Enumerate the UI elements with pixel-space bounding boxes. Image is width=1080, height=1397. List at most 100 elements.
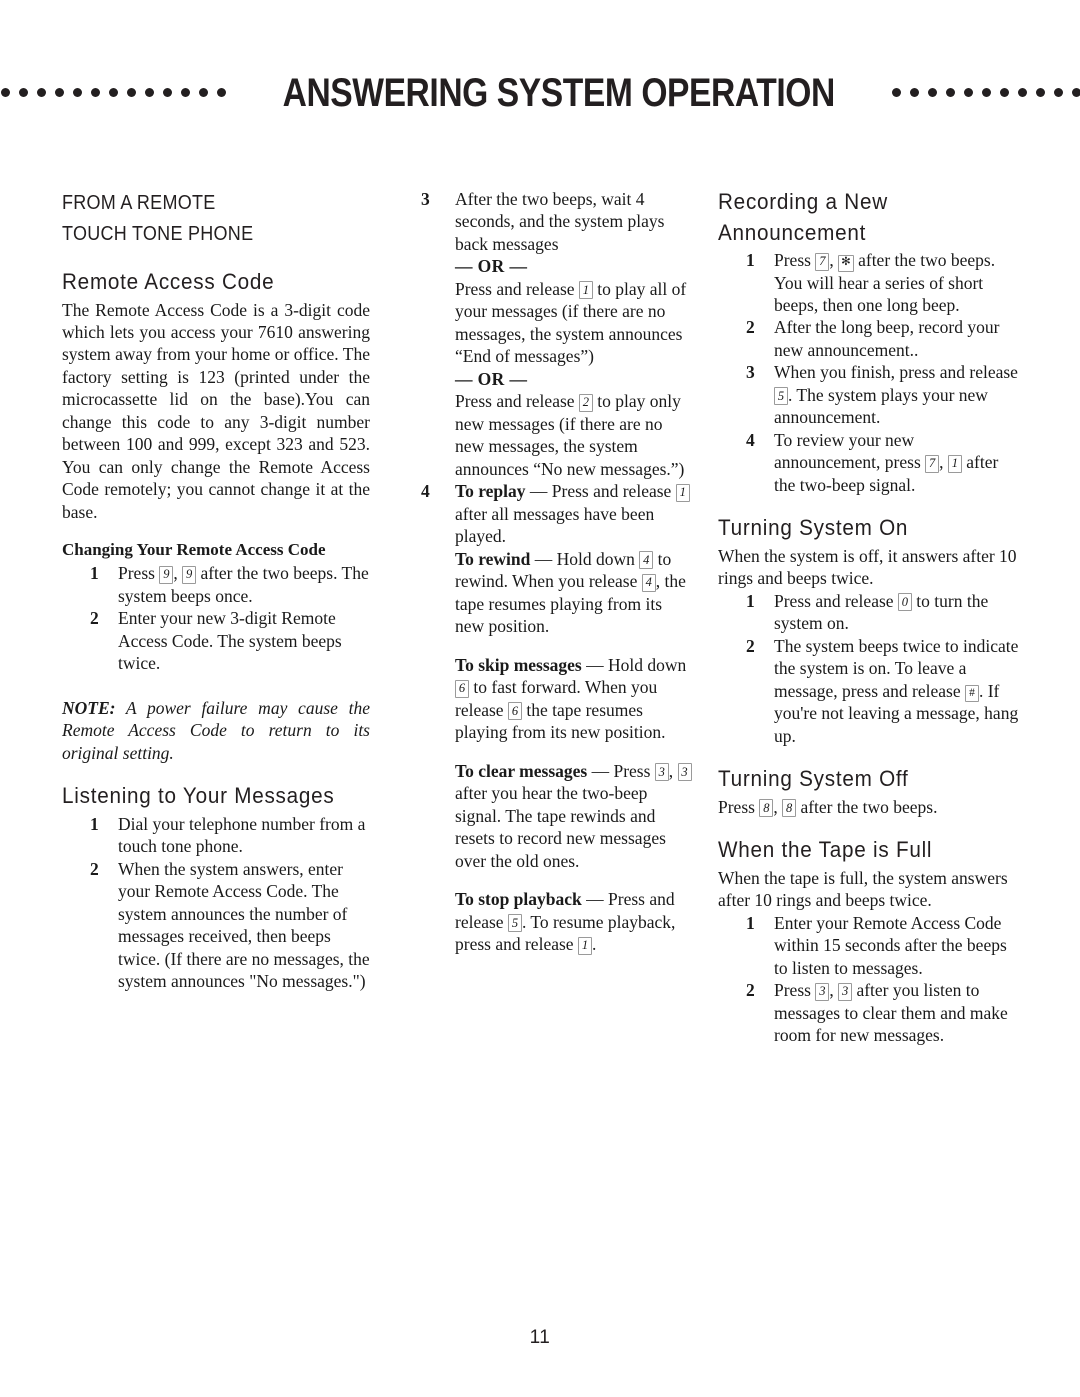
paragraph-turning-system-off: Press 8, 8 after the two beeps. xyxy=(718,796,1020,818)
keycap-3-icon: 3 xyxy=(838,982,853,1001)
step-number: 2 xyxy=(746,317,755,338)
step-number: 1 xyxy=(746,590,755,611)
page-title: ANSWERING SYSTEM OPERATION xyxy=(282,71,836,115)
runin-to-replay: To replay — Press and release 1 after al… xyxy=(455,481,690,546)
runin-label-replay: To replay xyxy=(455,481,526,502)
step-text-part: Press xyxy=(118,563,160,584)
step-text-part: , xyxy=(939,452,948,473)
step-text-part: , xyxy=(173,563,183,584)
step-text-part: — Press xyxy=(587,760,655,781)
keycap-1-icon: 1 xyxy=(577,936,592,955)
list-item: 2 When the system answers, enter your Rem… xyxy=(62,858,370,993)
keycap-1-icon: 1 xyxy=(675,483,690,502)
runin-to-clear-messages: To clear messages — Press 3, 3 after you… xyxy=(455,760,692,872)
text-part: , xyxy=(773,796,783,817)
step-text-part: — Hold down xyxy=(530,548,640,569)
keycap-3-icon: 3 xyxy=(677,763,692,782)
step-number: 2 xyxy=(90,608,99,629)
step-text-lead: After the two beeps, wait 4 seconds, and… xyxy=(455,189,665,254)
list-item: 4 To review your new announcement, press … xyxy=(718,429,1020,496)
step-number: 2 xyxy=(746,980,755,1001)
section-kicker-line-2: TOUCH TONE PHONE xyxy=(62,223,254,245)
list-item: 3 When you finish, press and release 5. T… xyxy=(718,361,1020,428)
alternative-two: Press and release 2 to play only new mes… xyxy=(455,390,692,480)
list-playback-steps: 3 After the two beeps, wait 4 seconds, a… xyxy=(415,188,692,956)
keycap-3-icon: 3 xyxy=(815,982,830,1001)
keycap-pound-icon: # xyxy=(964,685,979,703)
dot-leader-right-icon xyxy=(891,87,1080,99)
step-number: 1 xyxy=(746,250,755,270)
step-text-part: — Hold down xyxy=(581,654,687,675)
runin-to-rewind: To rewind — Hold down 4 to rewind. When … xyxy=(455,548,692,638)
keycap-asterisk-icon: ✻ xyxy=(838,254,854,272)
page-title-banner: ANSWERING SYSTEM OPERATION xyxy=(1,62,1080,124)
paragraph-remote-access-code: The Remote Access Code is a 3-digit code… xyxy=(62,299,370,522)
list-item: 1 Press and release 0 to turn the system … xyxy=(718,590,1020,635)
keycap-1-icon: 1 xyxy=(947,454,962,473)
heading-recording-line-1: Recording a New xyxy=(718,189,888,214)
paragraph-tape-full: When the tape is full, the system answer… xyxy=(718,867,1008,911)
step-text-part: To review your new announcement, press xyxy=(774,429,926,473)
step-text: Enter your new 3-digit Remote Access Cod… xyxy=(118,608,342,674)
keycap-2-icon: 2 xyxy=(578,393,593,412)
step-text-part: , xyxy=(829,250,839,270)
step-text-part: Press xyxy=(774,250,816,270)
step-text: When the system answers, enter your Remo… xyxy=(118,858,370,992)
step-text-part: — Press and release xyxy=(525,481,676,502)
step-number: 1 xyxy=(90,813,99,834)
list-turning-system-on: 1 Press and release 0 to turn the system … xyxy=(718,590,1020,747)
list-changing-remote-access-code: 1 Press 9, 9 after the two beeps. The sys… xyxy=(62,562,370,674)
keycap-9-icon: 9 xyxy=(159,565,174,584)
step-text-part: When you finish, press and release xyxy=(774,362,1018,383)
keycap-7-icon: 7 xyxy=(925,454,940,473)
column-one: FROM A REMOTE TOUCH TONE PHONE Remote Ac… xyxy=(62,188,370,993)
keycap-5-icon: 5 xyxy=(507,914,522,933)
page-number: 11 xyxy=(529,1327,551,1348)
step-number: 3 xyxy=(746,362,755,383)
heading-turning-system-on: Turning System On xyxy=(718,515,909,541)
step-number: 3 xyxy=(421,189,430,209)
list-item: 2 Press 3, 3 after you listen to messages… xyxy=(718,979,1020,1046)
list-item: 3 After the two beeps, wait 4 seconds, a… xyxy=(415,188,692,480)
keycap-9-icon: 9 xyxy=(182,565,197,584)
section-kicker-line-1: FROM A REMOTE xyxy=(62,192,216,214)
step-text-part: Press xyxy=(774,980,816,1001)
dot-leader-left-icon xyxy=(1,87,227,99)
alternative-one: Press and release 1 to play all of your … xyxy=(455,278,692,368)
list-tape-full: 1 Enter your Remote Access Code within 15… xyxy=(718,912,1020,1047)
step-number: 1 xyxy=(90,563,99,584)
note-label: NOTE: xyxy=(62,697,116,718)
keycap-0-icon: 0 xyxy=(897,593,912,612)
text-part: Press xyxy=(718,796,760,817)
heading-listening-to-your-messages: Listening to Your Messages xyxy=(62,783,335,809)
step-number: 4 xyxy=(746,429,755,450)
runin-label-stop: To stop playback xyxy=(455,889,582,910)
step-text-part: Press and release xyxy=(455,391,579,412)
keycap-8-icon: 8 xyxy=(782,799,797,818)
keycap-8-icon: 8 xyxy=(759,799,774,818)
list-item: 1 Press 9, 9 after the two beeps. The sys… xyxy=(62,562,370,607)
step-text-part: , xyxy=(829,980,839,1001)
list-item: 2 Enter your new 3-digit Remote Access Co… xyxy=(62,607,370,674)
keycap-1-icon: 1 xyxy=(578,281,593,300)
step-text-part: after all messages have been played. xyxy=(455,503,655,547)
keycap-6-icon: 6 xyxy=(455,679,469,698)
step-text-part: . xyxy=(591,934,597,955)
runin-label-clear: To clear messages xyxy=(455,760,588,781)
step-text: Enter your Remote Access Code within 15 … xyxy=(774,912,1007,978)
subheading-changing-remote-access-code: Changing Your Remote Access Code xyxy=(62,540,326,560)
runin-to-skip-messages: To skip messages — Hold down 6 to fast f… xyxy=(455,654,692,744)
step-text-part: Press and release xyxy=(774,590,898,611)
keycap-4-icon: 4 xyxy=(641,573,656,592)
text-part: after the two beeps. xyxy=(796,796,938,817)
step-number: 2 xyxy=(746,635,755,656)
step-text-part: . The system plays your new announcement… xyxy=(774,384,988,428)
heading-remote-access-code: Remote Access Code xyxy=(62,269,275,294)
step-number: 4 xyxy=(421,481,430,502)
step-text: Dial your telephone number from a touch … xyxy=(118,813,366,857)
keycap-4-icon: 4 xyxy=(639,551,654,570)
list-recording-announcement: 1 Press 7, ✻ after the two beeps. You wil… xyxy=(718,249,1020,496)
note-paragraph: NOTE: A power failure may cause the Remo… xyxy=(62,697,370,764)
keycap-3-icon: 3 xyxy=(654,763,669,782)
runin-to-stop-playback: To stop playback — Press and release 5. … xyxy=(455,888,692,955)
